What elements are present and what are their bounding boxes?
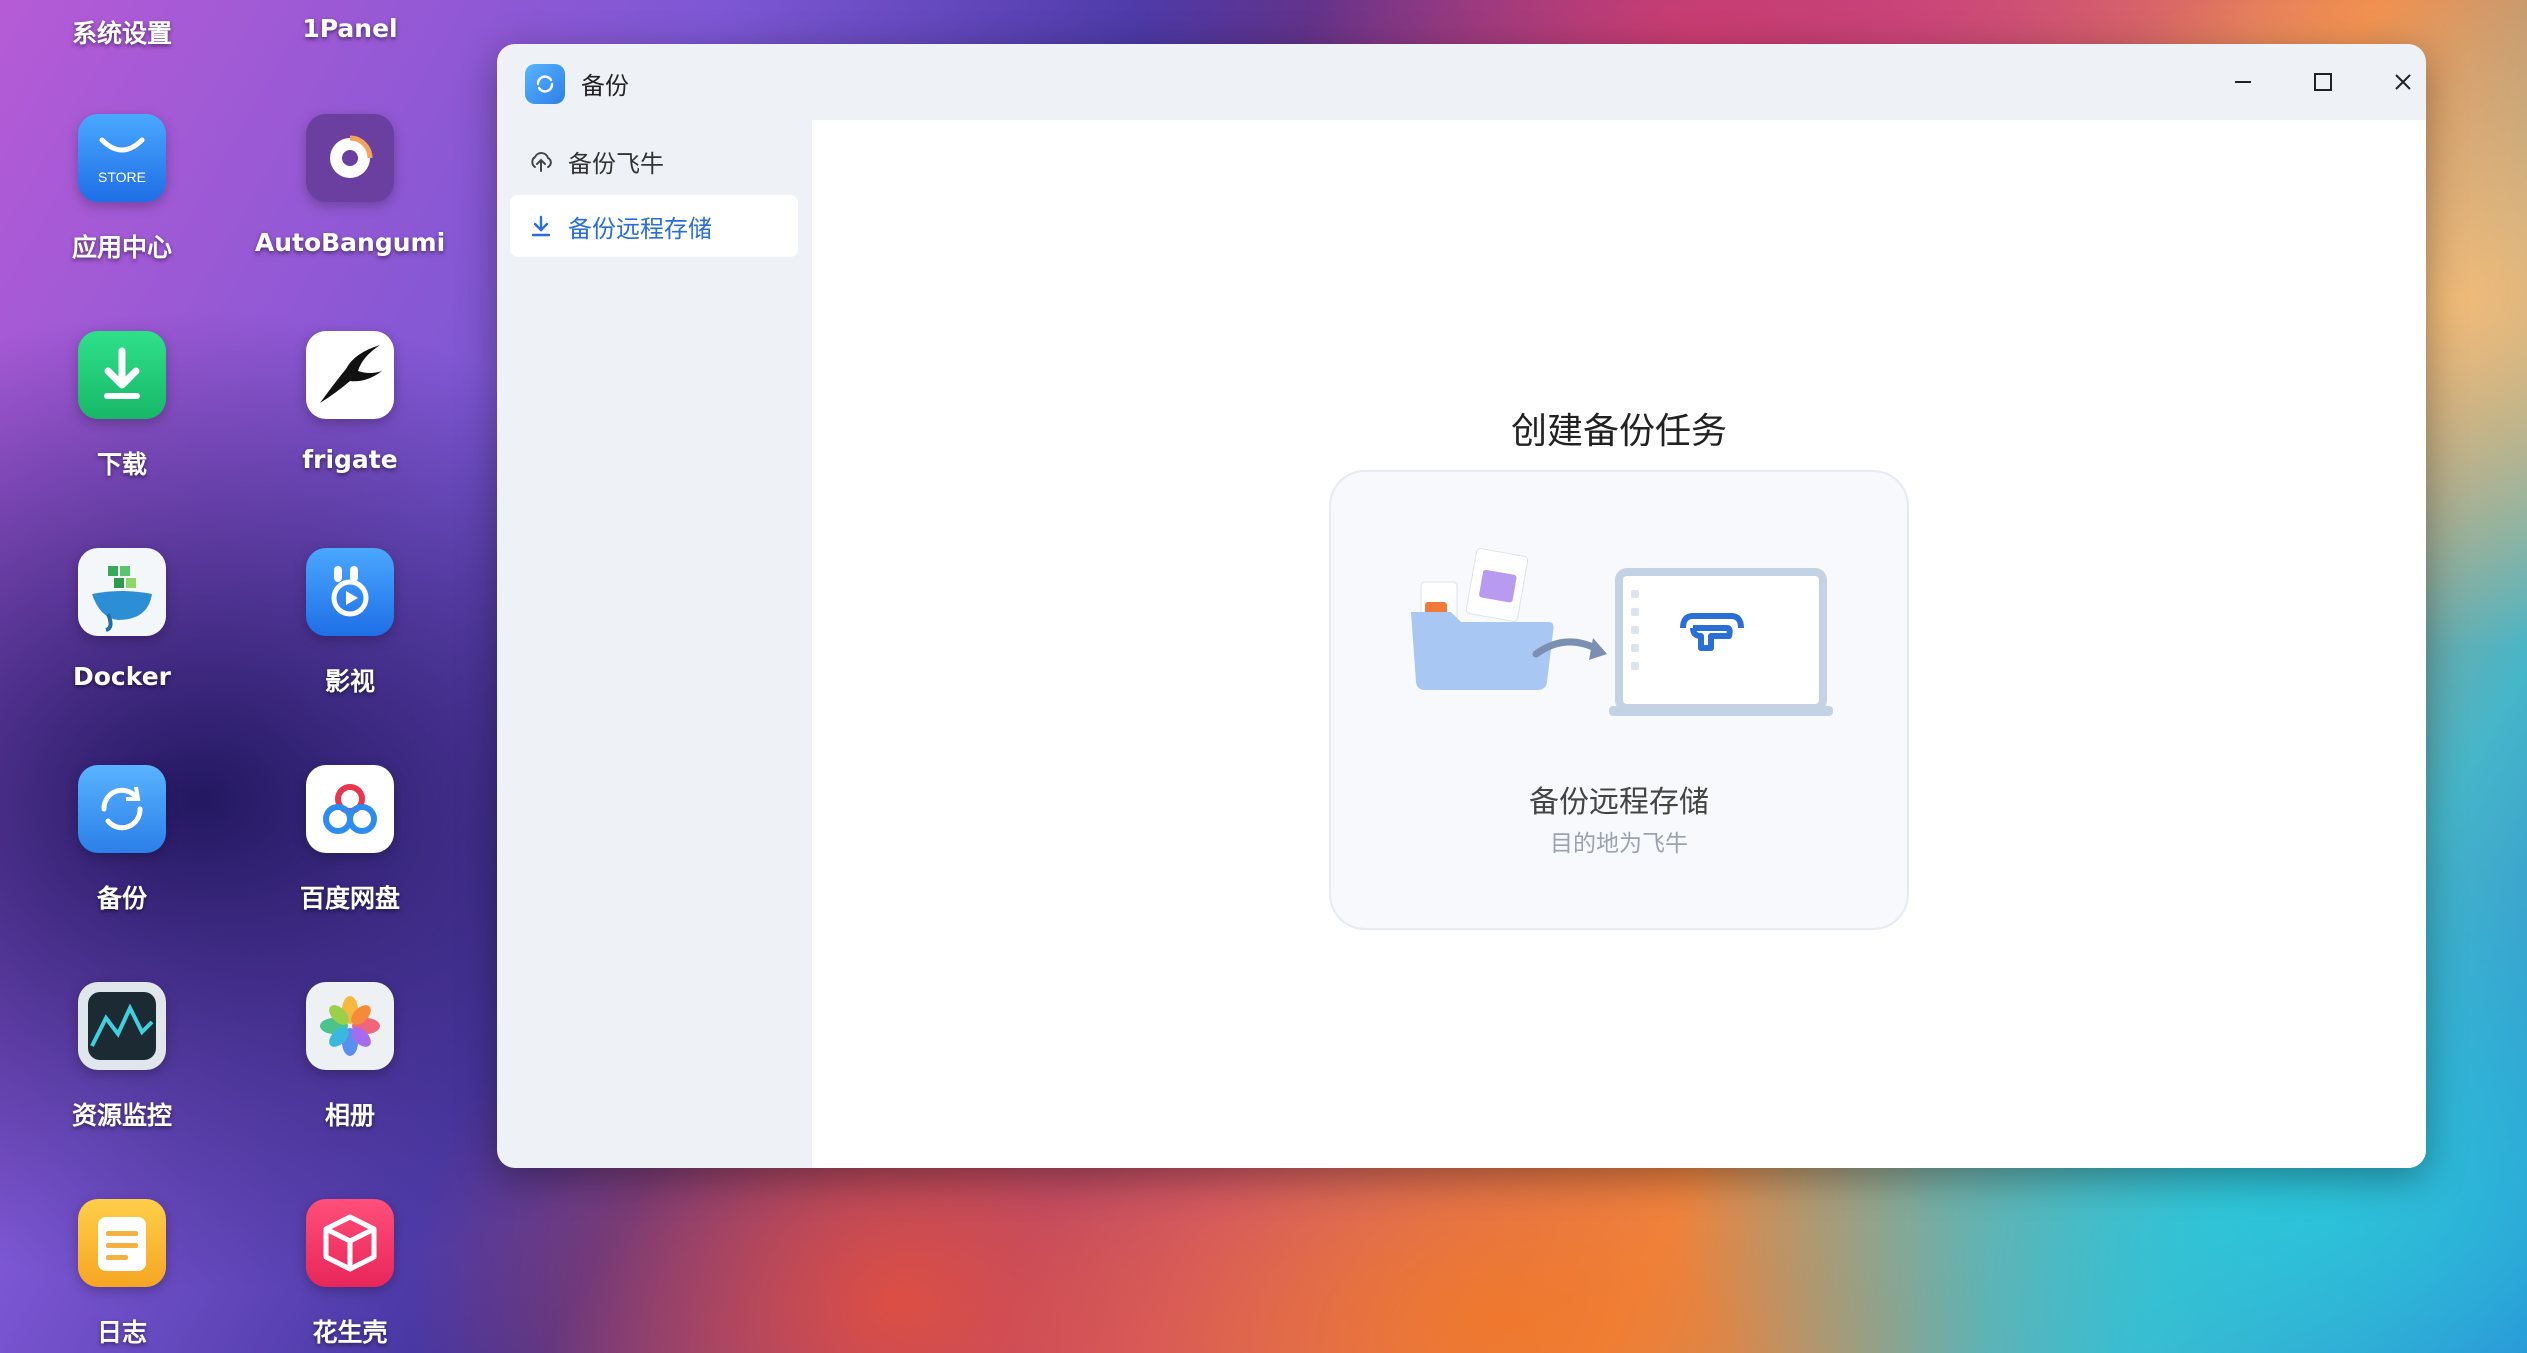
desktop-app-label: 相册 (324, 1101, 375, 1130)
frigate-bird-icon (306, 331, 394, 419)
docker-whale-icon (78, 548, 166, 636)
cloud-upload-icon (526, 146, 556, 176)
sidebar-item-backup-remote[interactable]: 备份远程存储 (510, 195, 798, 257)
backup-illustration (1411, 548, 1833, 716)
sidebar-item-label: 备份远程存储 (568, 214, 712, 243)
backup-remote-card[interactable]: 备份远程存储 目的地为飞牛 (1329, 470, 1909, 930)
backup-app-icon (525, 64, 565, 104)
desktop-app-oray[interactable]: 花生壳 (250, 1199, 450, 1349)
desktop-app-baidu-netdisk[interactable]: 百度网盘 (250, 765, 450, 915)
desktop-app-autobangumi[interactable]: AutoBangumi (250, 114, 450, 257)
download-app-icon (78, 331, 166, 419)
oray-cube-icon (306, 1199, 394, 1287)
log-notes-icon (78, 1199, 166, 1287)
sidebar-item-backup-fnos[interactable]: 备份飞牛 (510, 130, 798, 192)
desktop-app-video[interactable]: 影视 (250, 548, 450, 698)
download-icon (526, 211, 556, 241)
page-title: 创建备份任务 (1510, 411, 1727, 452)
minimize-button[interactable] (2223, 62, 2263, 102)
desktop-app-store[interactable]: STORE 应用中心 (22, 114, 222, 264)
window-title: 备份 (581, 72, 629, 100)
desktop-app-label: 备份 (96, 884, 147, 913)
sidebar: 备份飞牛 备份远程存储 (497, 120, 812, 1168)
desktop-label-system-settings[interactable]: 系统设置 (22, 14, 222, 50)
desktop-label-1panel[interactable]: 1Panel (250, 14, 450, 43)
resource-monitor-icon (78, 982, 166, 1070)
desktop-app-download[interactable]: 下载 (22, 331, 222, 481)
video-player-icon (306, 548, 394, 636)
desktop-app-label: 日志 (96, 1318, 147, 1347)
desktop-app-label: frigate (302, 445, 398, 474)
app-store-icon: STORE (78, 114, 166, 202)
sidebar-item-label: 备份飞牛 (568, 149, 664, 178)
desktop-app-backup[interactable]: 备份 (22, 765, 222, 915)
baidu-netdisk-icon (306, 765, 394, 853)
desktop-app-label: 应用中心 (71, 233, 172, 262)
backup-window: 备份 备份飞牛 备份远程存储 创建备份任务 备份远程存储 目的地为飞牛 (497, 44, 2426, 1168)
desktop-app-resource-monitor[interactable]: 资源监控 (22, 982, 222, 1132)
desktop-app-frigate[interactable]: frigate (250, 331, 450, 474)
svg-text:STORE: STORE (98, 169, 146, 185)
desktop-app-label: 百度网盘 (299, 884, 400, 913)
photos-flower-icon (306, 982, 394, 1070)
desktop-app-label: 下载 (96, 450, 147, 479)
desktop-app-label: 资源监控 (71, 1101, 172, 1130)
card-title: 备份远程存储 (1529, 785, 1709, 820)
card-subtitle: 目的地为飞牛 (1550, 831, 1688, 857)
desktop-app-log[interactable]: 日志 (22, 1199, 222, 1349)
desktop-app-label: AutoBangumi (254, 228, 446, 257)
desktop-app-label: Docker (73, 662, 171, 691)
window-titlebar[interactable]: 备份 (497, 44, 2426, 120)
desktop-app-label: 花生壳 (312, 1318, 388, 1347)
desktop-app-docker[interactable]: Docker (22, 548, 222, 691)
close-button[interactable] (2383, 62, 2423, 102)
backup-sync-icon (78, 765, 166, 853)
maximize-button[interactable] (2303, 62, 2343, 102)
main-content: 创建备份任务 备份远程存储 目的地为飞牛 (812, 120, 2426, 1168)
desktop-app-label: 影视 (324, 667, 375, 696)
autobangumi-icon (306, 114, 394, 202)
desktop-app-photos[interactable]: 相册 (250, 982, 450, 1132)
